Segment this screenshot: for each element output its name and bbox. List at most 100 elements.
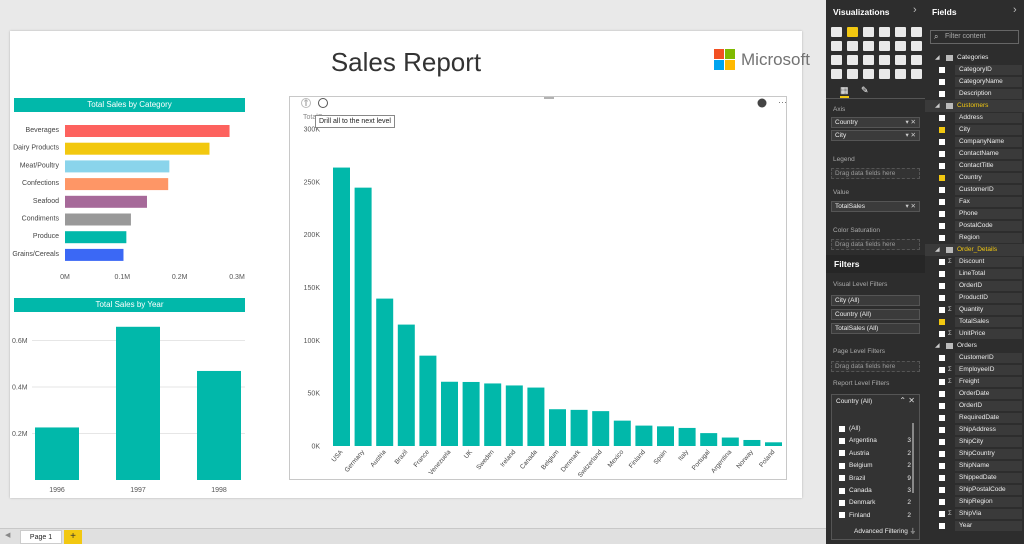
collapse-visualizations-icon[interactable]: ›	[913, 4, 917, 16]
page-filters-drop-zone[interactable]: Drag data fields here	[831, 361, 920, 372]
filter-city[interactable]: City (All)	[831, 295, 920, 306]
country-bar[interactable]	[635, 425, 653, 446]
field-checkbox[interactable]	[939, 295, 945, 301]
country-bar[interactable]	[333, 167, 350, 446]
field-checkbox[interactable]	[939, 451, 945, 457]
field-checkbox[interactable]	[939, 127, 945, 133]
category-bar[interactable]	[65, 231, 127, 244]
field-item[interactable]: ShipName	[925, 460, 1024, 472]
field-checkbox[interactable]	[939, 475, 945, 481]
field-checkbox[interactable]	[939, 163, 945, 169]
visual-type-icon[interactable]	[863, 55, 874, 65]
year-bar[interactable]	[35, 427, 79, 480]
filter-checkbox[interactable]	[839, 437, 845, 444]
remove-field-icon[interactable]: ▾ ✕	[905, 131, 916, 140]
visual-type-icon[interactable]	[895, 41, 906, 51]
visual-type-icon[interactable]	[863, 41, 874, 51]
field-item[interactable]: PostalCode	[925, 220, 1024, 232]
category-bar[interactable]	[65, 178, 169, 191]
field-item[interactable]: Country	[925, 172, 1024, 184]
country-bar[interactable]	[441, 381, 458, 446]
field-item[interactable]: ProductID	[925, 292, 1024, 304]
visual-type-icon[interactable]	[911, 27, 922, 37]
field-item[interactable]: ShippedDate	[925, 472, 1024, 484]
field-table-categories[interactable]: ◢ Categories	[925, 52, 1024, 64]
field-item[interactable]: OrderID	[925, 280, 1024, 292]
field-checkbox[interactable]	[939, 367, 945, 373]
filter-option[interactable]: Denmark 2	[839, 499, 911, 506]
category-bar-chart[interactable]: Beverages Dairy Products Meat/Poultry Confe…	[10, 113, 250, 286]
field-checkbox[interactable]	[939, 511, 945, 517]
country-bar[interactable]	[721, 437, 739, 446]
field-checkbox[interactable]	[939, 115, 945, 121]
country-bar[interactable]	[376, 298, 394, 446]
field-table-order_details[interactable]: ◢ Order_Details	[925, 244, 1024, 256]
field-item[interactable]: City	[925, 124, 1024, 136]
field-item[interactable]: Description	[925, 88, 1024, 100]
field-checkbox[interactable]	[939, 523, 945, 529]
category-bar[interactable]	[65, 142, 210, 155]
add-page-button[interactable]: +	[64, 530, 82, 544]
visual-type-column-chart-icon[interactable]	[847, 27, 858, 37]
field-item[interactable]: Σ Freight	[925, 376, 1024, 388]
visual-type-icon[interactable]	[879, 27, 890, 37]
year-bar[interactable]	[116, 326, 160, 480]
field-checkbox[interactable]	[939, 79, 945, 85]
field-item[interactable]: CompanyName	[925, 136, 1024, 148]
visual-type-icon[interactable]	[863, 27, 874, 37]
field-checkbox[interactable]	[939, 379, 945, 385]
drill-mode-icon[interactable]	[757, 98, 767, 108]
more-options-icon[interactable]: ⋯	[778, 97, 787, 107]
field-checkbox[interactable]	[939, 271, 945, 277]
color-saturation-drop-zone[interactable]: Drag data fields here	[831, 239, 920, 250]
field-item[interactable]: ContactTitle	[925, 160, 1024, 172]
field-checkbox[interactable]	[939, 403, 945, 409]
field-item[interactable]: Address	[925, 112, 1024, 124]
category-bar[interactable]	[65, 125, 230, 137]
field-checkbox[interactable]	[939, 499, 945, 505]
visual-type-icon[interactable]	[911, 41, 922, 51]
field-checkbox[interactable]	[939, 259, 945, 265]
field-checkbox[interactable]	[939, 319, 945, 325]
visual-type-icon[interactable]	[911, 69, 922, 79]
field-table-customers[interactable]: ◢ Customers	[925, 100, 1024, 112]
drill-all-icon[interactable]	[318, 98, 328, 108]
filter-option[interactable]: Finland 2	[839, 512, 911, 519]
collapse-caret-icon[interactable]: ◢	[935, 52, 940, 64]
country-bar[interactable]	[592, 411, 610, 446]
field-checkbox[interactable]	[939, 283, 945, 289]
field-checkbox[interactable]	[939, 151, 945, 157]
field-item[interactable]: RequiredDate	[925, 412, 1024, 424]
country-bar[interactable]	[527, 387, 545, 446]
field-checkbox[interactable]	[939, 223, 945, 229]
collapse-caret-icon[interactable]: ◢	[935, 244, 940, 256]
axis-field-country[interactable]: Country ▾ ✕	[831, 117, 920, 128]
filter-checkbox[interactable]	[839, 499, 845, 506]
remove-field-icon[interactable]: ▾ ✕	[905, 202, 916, 211]
field-item[interactable]: TotalSales	[925, 316, 1024, 328]
visual-type-icon[interactable]	[879, 55, 890, 65]
category-bar[interactable]	[65, 248, 124, 261]
field-checkbox[interactable]	[939, 67, 945, 73]
country-bar[interactable]	[700, 433, 718, 446]
fields-tab-icon[interactable]: ▦	[840, 85, 849, 98]
visual-type-icon[interactable]	[847, 69, 858, 79]
advanced-filtering-link[interactable]: Advanced Filtering ⏚	[854, 525, 916, 535]
field-checkbox[interactable]	[939, 439, 945, 445]
field-checkbox[interactable]	[939, 355, 945, 361]
filter-country[interactable]: Country (All)	[831, 309, 920, 320]
field-item[interactable]: Year	[925, 520, 1024, 532]
filter-option[interactable]: Austria 2	[839, 450, 911, 457]
value-field[interactable]: TotalSales ▾ ✕	[831, 201, 920, 212]
visual-type-icon[interactable]	[863, 69, 874, 79]
legend-drop-zone[interactable]: Drag data fields here	[831, 168, 920, 179]
field-item[interactable]: Σ Quantity	[925, 304, 1024, 316]
field-checkbox[interactable]	[939, 139, 945, 145]
field-item[interactable]: CategoryName	[925, 76, 1024, 88]
visual-type-icon[interactable]	[831, 69, 842, 79]
field-checkbox[interactable]	[939, 175, 945, 181]
field-item[interactable]: Σ EmployeeID	[925, 364, 1024, 376]
page-tab-1[interactable]: Page 1	[20, 530, 62, 544]
country-bar[interactable]	[397, 324, 415, 446]
visual-type-icon[interactable]	[895, 27, 906, 37]
